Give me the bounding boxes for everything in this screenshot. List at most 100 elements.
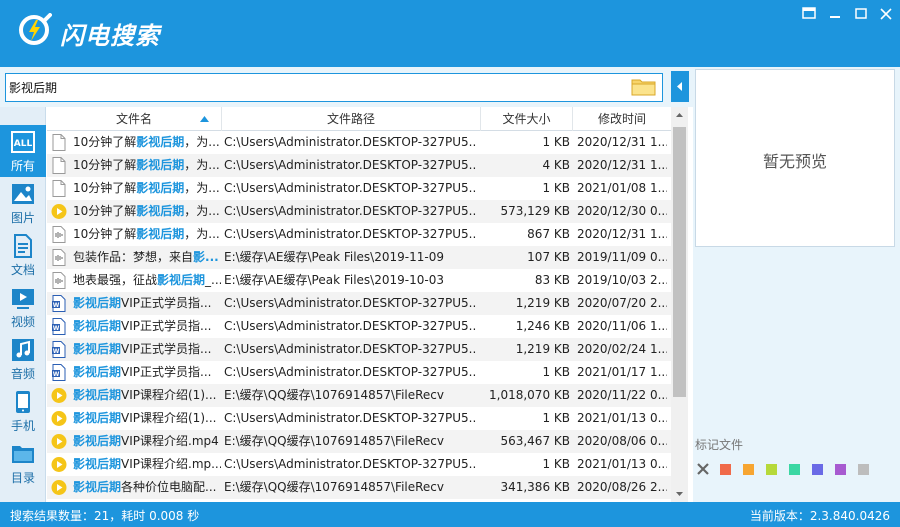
audio-icon [12, 339, 34, 361]
table-row[interactable]: 10分钟了解影视后期，为... C:\Users\Administrator.DE… [47, 131, 671, 154]
scroll-down-icon[interactable] [671, 485, 688, 502]
file-path: C:\Users\Administrator.DESKTOP-327PU5... [224, 365, 476, 379]
svg-text:ALL: ALL [14, 139, 33, 149]
table-header: 文件名 文件路径 文件大小 修改时间 [47, 107, 671, 131]
title-bar: 闪电搜索 [0, 0, 900, 67]
file-size: 107 KB [527, 250, 570, 264]
mark-color-swatch[interactable] [835, 464, 846, 475]
file-file-icon [51, 134, 67, 151]
table-row[interactable]: W 影视后期VIP正式学员指... C:\Users\Administrator.D… [47, 338, 671, 361]
table-row[interactable]: 地表最强，征战影视后期_... E:\缓存\AE缓存\Peak Files\201… [47, 269, 671, 292]
file-path: C:\Users\Administrator.DESKTOP-327PU5... [224, 158, 476, 172]
file-path: C:\Users\Administrator.DESKTOP-327PU5... [224, 181, 476, 195]
folder-browse-icon[interactable] [631, 77, 657, 97]
table-row[interactable]: 影视后期VIP课程介绍.mp4 E:\缓存\QQ缓存\1076914857\Fil… [47, 430, 671, 453]
table-row[interactable]: 10分钟了解影视后期，为... C:\Users\Administrator.DE… [47, 223, 671, 246]
category-all-label: 所有 [10, 159, 35, 173]
app-title: 闪电搜索 [60, 22, 160, 50]
file-name: 10分钟了解影视后期，为... [73, 204, 220, 218]
mark-color-swatch[interactable] [789, 464, 800, 475]
file-path: C:\Users\Administrator.DESKTOP-327PU5... [224, 227, 476, 241]
column-header-size[interactable]: 文件大小 [481, 107, 573, 131]
modified-time: 2020/12/30 0... [577, 204, 667, 218]
file-size: 1 KB [542, 181, 570, 195]
file-path: E:\缓存\AE缓存\Peak Files\2019-10-03 [224, 273, 444, 287]
mark-color-swatch[interactable] [766, 464, 777, 475]
video-file-icon [51, 479, 67, 496]
video-file-icon [51, 456, 67, 473]
preview-box: 暂无预览 [695, 69, 895, 247]
column-header-path[interactable]: 文件路径 [222, 107, 481, 131]
search-result-status: 搜索结果数量：21，耗时 0.008 秒 [10, 509, 200, 523]
file-name: 包装作品：梦想，来自影... [73, 250, 219, 264]
file-path: C:\Users\Administrator.DESKTOP-327PU5... [224, 342, 476, 356]
category-folders-label: 目录 [10, 471, 35, 485]
mark-color-swatch[interactable] [812, 464, 823, 475]
file-name: 影视后期VIP课程介绍(1)... [73, 388, 217, 402]
file-path: E:\缓存\QQ缓存\1076914857\FileRecv [224, 434, 444, 448]
table-row[interactable]: 影视后期VIP课程介绍.mp... C:\Users\Administrator.… [47, 453, 671, 476]
mark-color-swatch[interactable] [720, 464, 731, 475]
search-box [5, 73, 663, 102]
file-name: 影视后期VIP正式学员指... [73, 342, 212, 356]
sort-ascending-icon [200, 116, 209, 122]
close-icon[interactable] [875, 6, 897, 22]
modified-time: 2020/07/20 2... [577, 296, 667, 310]
mark-color-swatch[interactable] [858, 464, 869, 475]
file-path: C:\Users\Administrator.DESKTOP-327PU5... [224, 135, 476, 149]
minimize-icon[interactable] [824, 6, 846, 22]
table-row[interactable]: 10分钟了解影视后期，为... C:\Users\Administrator.DE… [47, 177, 671, 200]
category-phone[interactable]: 手机 [0, 385, 46, 437]
category-sidebar: ALL 所有 图片 文档 视频 音频 手机 目录 [0, 107, 46, 502]
scrollbar-thumb[interactable] [673, 127, 686, 397]
category-images[interactable]: 图片 [0, 177, 46, 229]
table-row[interactable]: W 影视后期VIP正式学员指... C:\Users\Administrator.D… [47, 292, 671, 315]
table-row[interactable]: W 影视后期VIP正式学员指... C:\Users\Administrator.D… [47, 315, 671, 338]
status-bar: 搜索结果数量：21，耗时 0.008 秒 当前版本：2.3.840.0426 [0, 502, 900, 527]
svg-text:W: W [53, 348, 60, 355]
table-row[interactable]: W 影视后期VIP正式学员指... C:\Users\Administrator.D… [47, 361, 671, 384]
collapse-panel-button[interactable] [671, 71, 689, 102]
search-input[interactable] [9, 74, 624, 101]
table-row[interactable]: 包装作品：梦想，来自影... E:\缓存\AE缓存\Peak Files\2019… [47, 246, 671, 269]
file-path: C:\Users\Administrator.DESKTOP-327PU5... [224, 319, 476, 333]
table-row[interactable]: 影视后期VIP课程介绍(1)... E:\缓存\QQ缓存\1076914857\F… [47, 384, 671, 407]
file-path: C:\Users\Administrator.DESKTOP-327PU5... [224, 457, 476, 471]
table-row[interactable]: 影视后期VIP课程介绍(1)... C:\Users\Administrator.… [47, 407, 671, 430]
scroll-up-icon[interactable] [671, 107, 688, 124]
category-audio[interactable]: 音频 [0, 333, 46, 385]
category-documents[interactable]: 文档 [0, 229, 46, 281]
word-file-icon: W [51, 341, 67, 358]
file-size: 1,219 KB [515, 296, 570, 310]
video-file-icon [51, 203, 67, 220]
document-icon [14, 234, 32, 258]
video-file-icon [51, 410, 67, 427]
maximize-icon[interactable] [850, 6, 872, 22]
mark-files-label: 标记文件 [695, 438, 744, 452]
modified-time: 2020/11/22 0... [577, 388, 667, 402]
file-size: 1,018,070 KB [489, 388, 570, 402]
svg-text:W: W [53, 371, 60, 378]
column-header-name[interactable]: 文件名 [47, 107, 222, 131]
skin-menu-icon[interactable] [798, 6, 820, 22]
modified-time: 2020/02/24 1... [577, 342, 667, 356]
category-folders[interactable]: 目录 [0, 437, 46, 489]
results-table: 文件名 文件路径 文件大小 修改时间 10分钟了解影视后期，为... C:\Use… [47, 107, 671, 502]
table-row[interactable]: 10分钟了解影视后期，为... C:\Users\Administrator.DE… [47, 200, 671, 223]
clear-mark-icon[interactable] [697, 463, 709, 475]
modified-time: 2020/12/31 1... [577, 227, 667, 241]
svg-text:W: W [53, 302, 60, 309]
file-size: 4 KB [542, 158, 570, 172]
file-name: 10分钟了解影视后期，为... [73, 135, 220, 149]
mark-color-swatch[interactable] [743, 464, 754, 475]
modified-time: 2019/11/09 0... [577, 250, 667, 264]
table-row[interactable]: 10分钟了解影视后期，为... C:\Users\Administrator.DE… [47, 154, 671, 177]
file-file-icon [51, 157, 67, 174]
category-all[interactable]: ALL 所有 [0, 125, 46, 177]
image-icon [12, 184, 34, 204]
column-header-date[interactable]: 修改时间 [573, 107, 671, 131]
category-videos[interactable]: 视频 [0, 281, 46, 333]
phone-icon [16, 391, 30, 413]
table-row[interactable]: 影视后期各种价位电脑配... E:\缓存\QQ缓存\1076914857\File… [47, 476, 671, 499]
file-name: 影视后期VIP课程介绍.mp4 [73, 434, 219, 448]
